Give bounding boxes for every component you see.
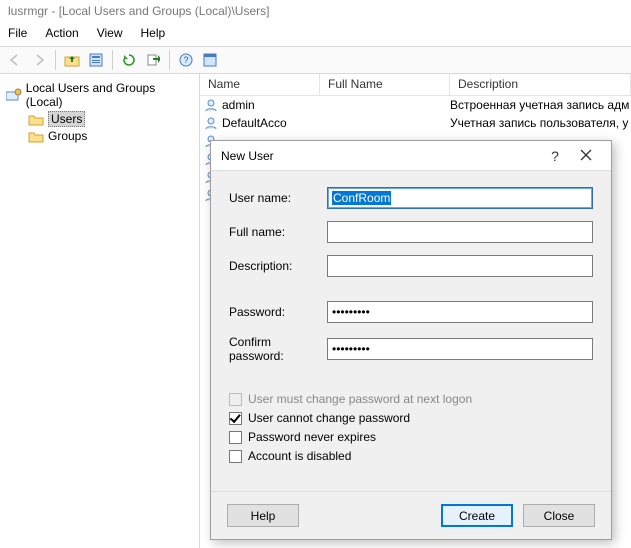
checkbox-never-expire[interactable]	[229, 431, 242, 444]
description-field[interactable]	[327, 255, 593, 277]
cell-description: Встроенная учетная запись адм	[450, 98, 631, 112]
tree-root[interactable]: Local Users and Groups (Local)	[4, 80, 195, 110]
label-never-expire: Password never expires	[248, 430, 376, 444]
back-icon	[4, 49, 26, 71]
help-icon[interactable]: ?	[175, 49, 197, 71]
col-description[interactable]: Description	[450, 74, 631, 95]
list-header: Name Full Name Description	[200, 74, 631, 96]
checkbox-must-change	[229, 393, 242, 406]
dialog-titlebar: New User ?	[211, 141, 611, 171]
forward-icon	[28, 49, 50, 71]
menu-file[interactable]: File	[8, 26, 27, 44]
dialog-help-icon[interactable]: ?	[541, 148, 569, 164]
col-fullname[interactable]: Full Name	[320, 74, 450, 95]
label-password: Password:	[229, 305, 327, 319]
close-button[interactable]: Close	[523, 504, 595, 527]
up-folder-icon[interactable]	[61, 49, 83, 71]
tree-users-label: Users	[48, 111, 85, 127]
properties-icon[interactable]	[85, 49, 107, 71]
folder-icon	[28, 130, 44, 143]
confirm-password-field[interactable]	[327, 338, 593, 360]
menu-action[interactable]: Action	[45, 26, 78, 44]
label-cannot-change: User cannot change password	[248, 411, 410, 425]
view-list-icon[interactable]	[199, 49, 221, 71]
tree-users[interactable]: Users	[26, 110, 195, 128]
label-username: User name:	[229, 191, 327, 205]
cell-description: Учетная запись пользователя, у	[450, 116, 631, 130]
checkbox-cannot-change[interactable]	[229, 412, 242, 425]
user-icon	[204, 98, 218, 112]
user-icon	[204, 116, 218, 130]
password-field[interactable]	[327, 301, 593, 323]
checkbox-disabled[interactable]	[229, 450, 242, 463]
toolbar: ?	[0, 46, 631, 74]
window-path: [Local Users and Groups (Local)\Users]	[59, 4, 270, 18]
menu-view[interactable]: View	[97, 26, 123, 44]
help-button[interactable]: Help	[227, 504, 299, 527]
menubar: File Action View Help	[0, 24, 631, 46]
app-name: lusrmgr	[8, 4, 48, 18]
tree-pane: Local Users and Groups (Local) Users Gro…	[0, 74, 200, 548]
tree-groups[interactable]: Groups	[26, 128, 195, 144]
label-description: Description:	[229, 259, 327, 273]
export-icon[interactable]	[142, 49, 164, 71]
label-disabled: Account is disabled	[248, 449, 351, 463]
fullname-field[interactable]	[327, 221, 593, 243]
tree-groups-label: Groups	[48, 129, 87, 143]
label-fullname: Full name:	[229, 225, 327, 239]
window-titlebar: lusrmgr - [Local Users and Groups (Local…	[0, 0, 631, 24]
username-field[interactable]: ConfRoom	[327, 187, 593, 209]
menu-help[interactable]: Help	[141, 26, 166, 44]
dialog-title: New User	[221, 149, 541, 163]
mmc-root-icon	[6, 88, 22, 102]
tree-root-label: Local Users and Groups (Local)	[26, 81, 193, 109]
col-name[interactable]: Name	[200, 74, 320, 95]
label-must-change: User must change password at next logon	[248, 392, 472, 406]
svg-text:?: ?	[183, 55, 188, 65]
table-row[interactable]: DefaultAcco Учетная запись пользователя, …	[200, 114, 631, 132]
table-row[interactable]: admin Встроенная учетная запись адм	[200, 96, 631, 114]
cell-name: admin	[222, 98, 255, 112]
close-icon[interactable]	[569, 148, 603, 164]
refresh-icon[interactable]	[118, 49, 140, 71]
folder-icon	[28, 113, 44, 126]
label-confirm: Confirm password:	[229, 335, 327, 363]
cell-name: DefaultAcco	[222, 116, 287, 130]
create-button[interactable]: Create	[441, 504, 513, 527]
new-user-dialog: New User ? User name: ConfRoom Full name…	[210, 140, 612, 540]
